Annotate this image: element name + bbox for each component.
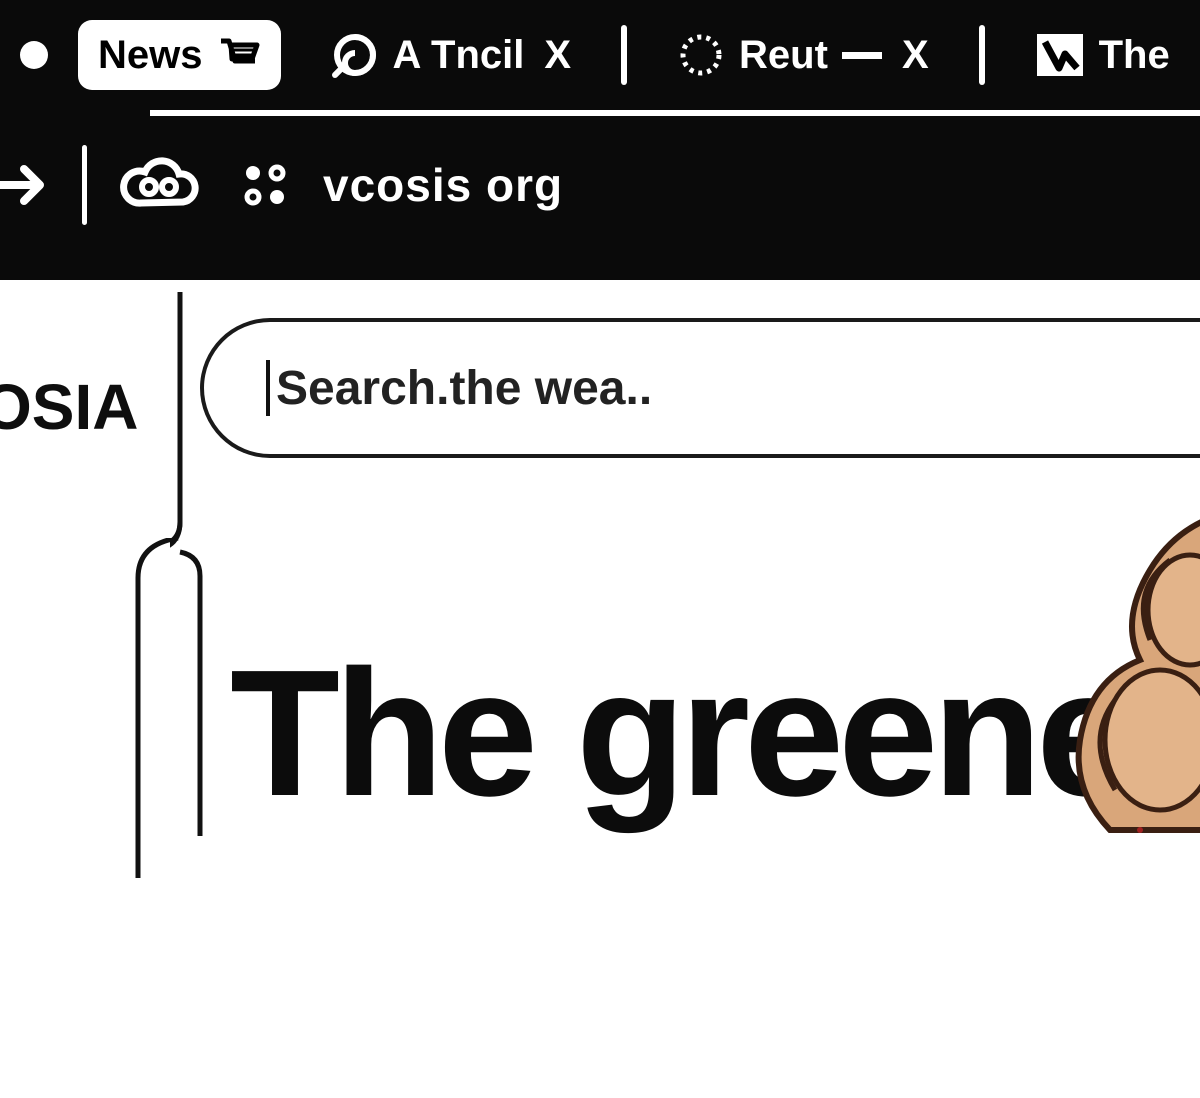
tab-underline [150,110,1200,116]
search-input[interactable]: Search.the wea.. [200,318,1200,458]
shopping-cart-icon [217,35,261,75]
panel-divider-lower [128,538,188,1098]
tab-reut[interactable]: Reut X [657,20,949,90]
cloud-icon[interactable] [117,153,207,217]
forward-button[interactable] [0,155,52,215]
dotted-circle-icon [677,31,725,79]
hero-illustration [1020,500,1200,840]
tab-separator [621,25,627,85]
tab-news[interactable]: News [78,20,281,90]
square-badge-icon [1035,30,1085,80]
toolbar-separator [82,145,87,225]
tab-label: News [98,33,203,78]
close-icon[interactable]: X [544,33,571,78]
browser-chrome: News A Tncil X [0,0,1200,280]
swirl-icon [331,31,379,79]
site-logo: OSIA [0,370,138,444]
tab-label: A Tncil [393,33,525,78]
search-container: Search.the wea.. [200,318,1200,458]
window-control-dot[interactable] [20,41,48,69]
toolbar-row: vcosis org [0,110,1200,260]
tab-separator [979,25,985,85]
text-cursor [266,360,270,416]
close-icon[interactable]: X [902,33,929,78]
tab-tncil[interactable]: A Tncil X [311,20,592,90]
hero-headline: The greene [230,630,1130,837]
tab-strip: News A Tncil X [0,0,1200,110]
search-placeholder: Search.the wea.. [276,361,652,416]
tab-the[interactable]: The [1015,20,1190,90]
tab-label: The [1099,33,1170,78]
tab-label: Reut [739,33,828,78]
dash-icon [842,52,882,59]
address-bar[interactable]: vcosis org [323,158,563,212]
apps-icon[interactable] [237,157,293,213]
page-content: OSIA Search.the wea.. The greene [0,280,1200,900]
